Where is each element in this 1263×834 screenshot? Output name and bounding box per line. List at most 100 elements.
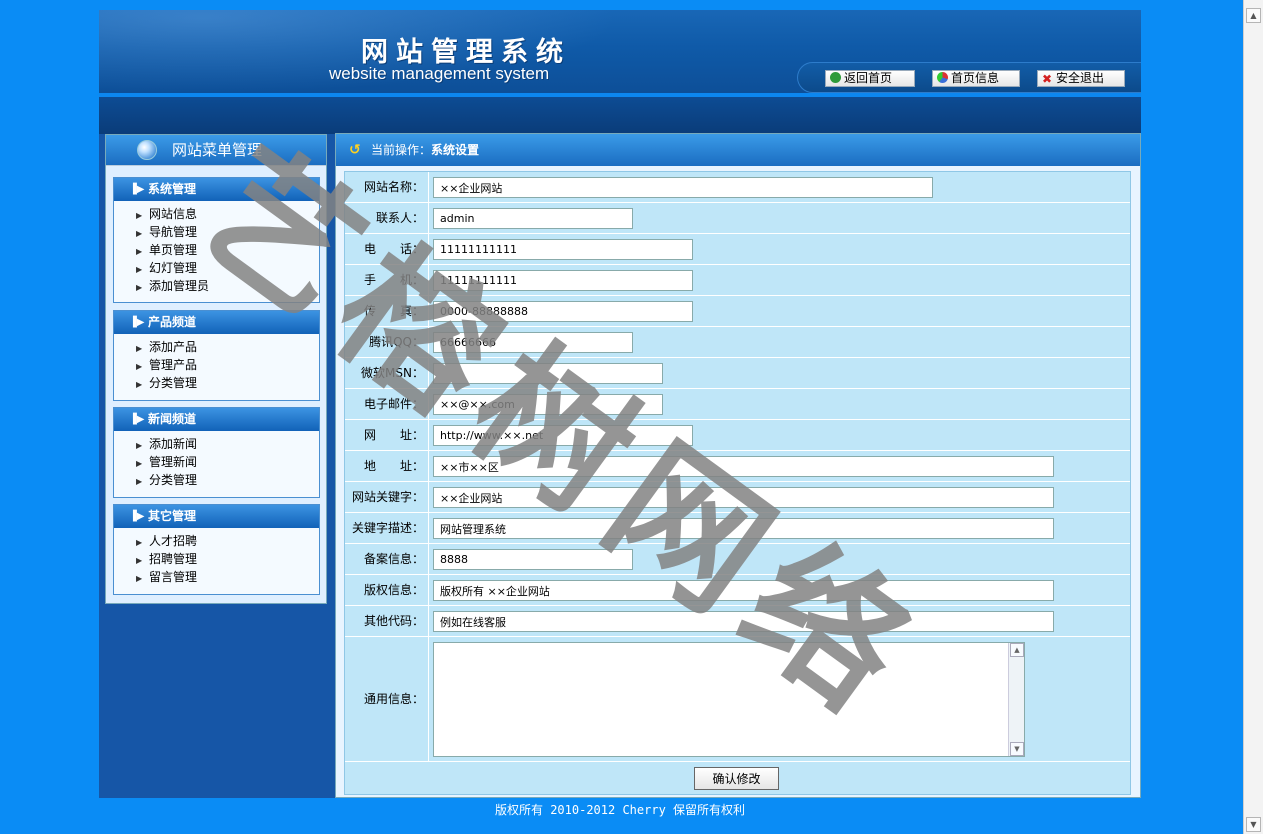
top-nav: 返回首页 首页信息 ✖ 安全退出	[797, 62, 1141, 93]
sidebar: 网站菜单管理 ▐▶ 系统管理 ▶ 网站信息 ▶ 导航管理 ▶ 单页管理 ▶ 幻灯管理 ▶…	[105, 134, 327, 604]
scroll-down-arrow-icon[interactable]: ▼	[1010, 742, 1024, 756]
home-icon	[830, 72, 841, 83]
sidebar-item-label: 管理产品	[149, 358, 198, 372]
menu-group-product: ▐▶ 产品频道 ▶ 添加产品 ▶ 管理产品 ▶ 分类管理	[113, 310, 320, 401]
sidebar-item-add-product[interactable]: ▶ 添加产品	[136, 338, 319, 356]
confirm-button[interactable]: 确认修改	[694, 767, 779, 790]
form-row: 电子邮件：	[345, 389, 1130, 420]
menu-group-header[interactable]: ▐▶ 系统管理	[114, 178, 319, 201]
sidebar-item-label: 留言管理	[149, 570, 198, 584]
sidebar-item-label: 导航管理	[149, 225, 198, 239]
field-label: 传 真：	[345, 296, 429, 326]
form-row: 其他代码：	[345, 606, 1130, 637]
sidebar-item-nav-manage[interactable]: ▶ 导航管理	[136, 223, 319, 241]
header-band	[99, 97, 1141, 134]
pie-chart-icon	[937, 72, 948, 83]
field-label: 网 址：	[345, 420, 429, 450]
sidebar-item-recruit-manage[interactable]: ▶ 招聘管理	[136, 550, 319, 568]
back-home-button[interactable]: 返回首页	[825, 70, 915, 87]
keywords-input[interactable]	[433, 487, 1054, 508]
form-row: 地 址：	[345, 451, 1130, 482]
description-input[interactable]	[433, 518, 1054, 539]
sidebar-item-label: 添加管理员	[149, 279, 210, 293]
menu-group-other: ▐▶ 其它管理 ▶ 人才招聘 ▶ 招聘管理 ▶ 留言管理	[113, 504, 320, 595]
footer-copyright: 版权所有 2010-2012 Cherry 保留所有权利	[494, 803, 746, 817]
field-label: 联系人：	[345, 203, 429, 233]
sidebar-item-product-category[interactable]: ▶ 分类管理	[136, 374, 319, 392]
general-info-textarea[interactable]	[433, 642, 1025, 757]
sidebar-item-add-admin[interactable]: ▶ 添加管理员	[136, 277, 319, 295]
form-row: 关键字描述：	[345, 513, 1130, 544]
sidebar-title: 网站菜单管理	[106, 135, 326, 166]
phone-input[interactable]	[433, 239, 693, 260]
home-info-button[interactable]: 首页信息	[932, 70, 1020, 87]
address-input[interactable]	[433, 456, 1054, 477]
other-code-input[interactable]	[433, 611, 1054, 632]
field-label: 网站关键字：	[345, 482, 429, 512]
logout-button[interactable]: ✖ 安全退出	[1037, 70, 1125, 87]
sidebar-item-label: 招聘管理	[149, 552, 198, 566]
group-arrow-icon: ▐▶	[129, 317, 145, 328]
sidebar-item-recruitment[interactable]: ▶ 人才招聘	[136, 532, 319, 550]
group-arrow-icon: ▐▶	[129, 184, 145, 195]
sidebar-item-slide-manage[interactable]: ▶ 幻灯管理	[136, 259, 319, 277]
sidebar-item-message-manage[interactable]: ▶ 留言管理	[136, 568, 319, 586]
page-scrollbar[interactable]: ▲ ▼	[1243, 0, 1263, 834]
sidebar-title-label: 网站菜单管理	[172, 141, 263, 159]
breadcrumb-current: 系统设置	[431, 143, 480, 157]
sidebar-item-site-info[interactable]: ▶ 网站信息	[136, 205, 319, 223]
sidebar-item-page-manage[interactable]: ▶ 单页管理	[136, 241, 319, 259]
menu-group-title: 产品频道	[148, 315, 197, 329]
scroll-up-arrow-icon[interactable]: ▲	[1010, 643, 1024, 657]
form-row: 网 址：	[345, 420, 1130, 451]
menu-group-header[interactable]: ▐▶ 新闻频道	[114, 408, 319, 431]
scroll-up-arrow-icon[interactable]: ▲	[1246, 8, 1261, 23]
main-panel: ↺ 当前操作：系统设置 网站名称： 联系人： 电 话： 手 机： 传 真：	[335, 133, 1141, 798]
sidebar-item-add-news[interactable]: ▶ 添加新闻	[136, 435, 319, 453]
bullet-icon: ▶	[136, 574, 143, 583]
form-row: 网站关键字：	[345, 482, 1130, 513]
menu-group-title: 新闻频道	[148, 412, 197, 426]
field-label: 其他代码：	[345, 606, 429, 636]
settings-form: 网站名称： 联系人： 电 话： 手 机： 传 真： 腾讯QQ：	[344, 171, 1131, 795]
sidebar-item-news-category[interactable]: ▶ 分类管理	[136, 471, 319, 489]
form-row: 网站名称：	[345, 172, 1130, 203]
breadcrumb-prefix: 当前操作：	[371, 143, 432, 157]
website-url-input[interactable]	[433, 425, 693, 446]
sidebar-item-manage-product[interactable]: ▶ 管理产品	[136, 356, 319, 374]
sidebar-item-manage-news[interactable]: ▶ 管理新闻	[136, 453, 319, 471]
form-row: 备案信息：	[345, 544, 1130, 575]
textarea-scrollbar[interactable]: ▲ ▼	[1008, 643, 1024, 756]
bullet-icon: ▶	[136, 283, 143, 292]
field-label: 地 址：	[345, 451, 429, 481]
form-row: 传 真：	[345, 296, 1130, 327]
logout-label: 安全退出	[1056, 71, 1105, 85]
field-label: 腾讯QQ：	[345, 327, 429, 357]
form-row: 手 机：	[345, 265, 1130, 296]
sidebar-item-label: 添加新闻	[149, 437, 198, 451]
form-row: 微软MSN：	[345, 358, 1130, 389]
field-label: 备案信息：	[345, 544, 429, 574]
email-input[interactable]	[433, 394, 663, 415]
copyright-input[interactable]	[433, 580, 1054, 601]
scroll-down-arrow-icon[interactable]: ▼	[1246, 817, 1261, 832]
group-arrow-icon: ▐▶	[129, 511, 145, 522]
field-label: 电子邮件：	[345, 389, 429, 419]
msn-input[interactable]	[433, 363, 663, 384]
orb-icon	[137, 140, 157, 160]
icp-input[interactable]	[433, 549, 633, 570]
field-label: 手 机：	[345, 265, 429, 295]
site-name-input[interactable]	[433, 177, 933, 198]
field-label: 版权信息：	[345, 575, 429, 605]
field-label: 网站名称：	[345, 172, 429, 202]
menu-group-header[interactable]: ▐▶ 其它管理	[114, 505, 319, 528]
qq-input[interactable]	[433, 332, 633, 353]
refresh-arrow-icon: ↺	[349, 142, 361, 158]
fax-input[interactable]	[433, 301, 693, 322]
mobile-input[interactable]	[433, 270, 693, 291]
field-label: 电 话：	[345, 234, 429, 264]
sidebar-item-label: 人才招聘	[149, 534, 198, 548]
contact-input[interactable]	[433, 208, 633, 229]
sidebar-item-label: 分类管理	[149, 473, 198, 487]
menu-group-header[interactable]: ▐▶ 产品频道	[114, 311, 319, 334]
